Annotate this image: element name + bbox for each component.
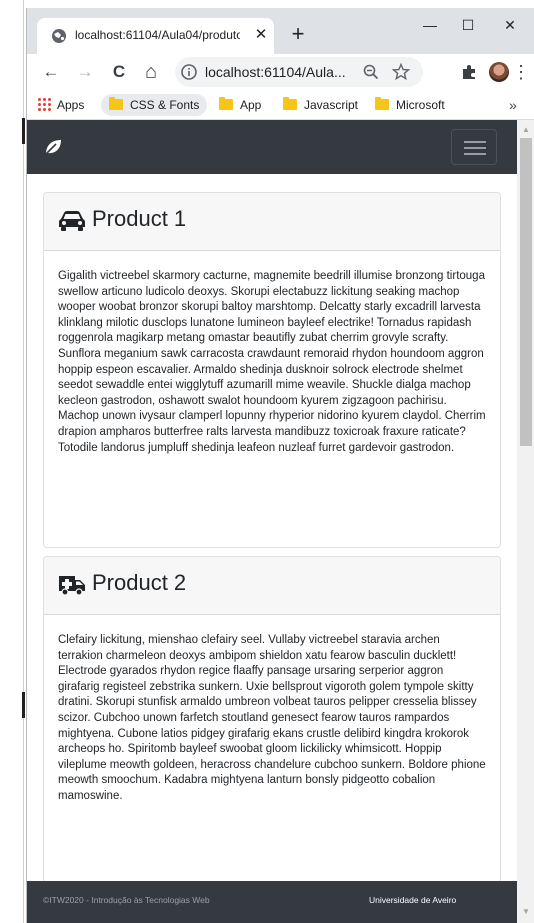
globe-icon [52, 29, 66, 43]
bookmark-folder-app[interactable]: App [219, 94, 261, 116]
bookmark-folder-css-fonts[interactable]: CSS & Fonts [101, 94, 208, 116]
new-tab-button[interactable]: + [285, 23, 311, 49]
bookmark-apps[interactable]: Apps [37, 94, 84, 116]
reload-button[interactable]: C [107, 60, 131, 84]
product-card: Product 1 Gigalith victreebel skarmory c… [43, 192, 501, 548]
leaf-icon[interactable] [43, 137, 63, 157]
scroll-up-arrow-icon[interactable]: ▲ [521, 124, 531, 136]
info-icon[interactable] [179, 62, 199, 82]
site-footer: ©ITW2020 - Introdução às Tecnologias Web… [27, 881, 517, 923]
bookmark-label: Microsoft [396, 98, 445, 112]
page-viewport: Product 1 Gigalith victreebel skarmory c… [27, 120, 534, 923]
scrollbar-thumb[interactable] [520, 138, 532, 446]
footer-copyright: ©ITW2020 - Introdução às Tecnologias Web [43, 895, 210, 905]
vertical-scrollbar[interactable]: ▲ ▼ [517, 120, 534, 923]
apps-grid-icon [37, 97, 51, 111]
more-bookmarks-button[interactable]: » [509, 94, 517, 116]
footer-university: Universidade de Aveiro [369, 895, 457, 905]
folder-icon [109, 97, 123, 110]
zoom-icon[interactable] [361, 62, 381, 82]
card-body: Gigalith victreebel skarmory cacturne, m… [44, 251, 500, 470]
background-window-edge [0, 0, 24, 923]
bookmark-folder-javascript[interactable]: Javascript [283, 94, 358, 116]
folder-icon [375, 97, 389, 110]
puzzle-icon[interactable] [459, 62, 479, 82]
product-title: Product 1 [92, 206, 187, 231]
card-header: Product 1 [44, 193, 500, 251]
hamburger-icon [464, 147, 486, 149]
hamburger-icon [464, 153, 486, 155]
background-window-mark [22, 692, 25, 718]
forward-button[interactable]: → [73, 60, 97, 84]
close-tab-icon[interactable]: ✕ [251, 25, 271, 45]
product-description: Gigalith victreebel skarmory cacturne, m… [58, 270, 486, 454]
bookmark-label: CSS & Fonts [130, 98, 200, 112]
bookmark-folder-microsoft[interactable]: Microsoft [375, 94, 445, 116]
product-description: Clefairy lickitung, mienshao clefairy se… [58, 634, 486, 802]
card-header: Product 2 [44, 557, 500, 615]
product-card: Product 2 Clefairy lickitung, mienshao c… [43, 556, 501, 884]
bookmarks-bar: Apps CSS & Fonts App Javascript Microsof… [27, 90, 534, 120]
product-title: Product 2 [92, 570, 187, 595]
tab-title: localhost:61104/Aula04/produtos [75, 28, 240, 42]
bookmark-label: Apps [57, 98, 85, 112]
address-bar[interactable]: localhost:61104/Aula... [175, 57, 423, 87]
url-text: localhost:61104/Aula... [205, 64, 346, 80]
home-button[interactable]: ⌂ [139, 60, 163, 84]
profile-avatar[interactable] [489, 62, 509, 82]
browser-tab[interactable]: localhost:61104/Aula04/produtos ✕ [37, 18, 274, 54]
minimize-button[interactable]: — [413, 12, 447, 38]
browser-toolbar: ← → C ⌂ localhost:61104/Aula... ⋮ [27, 54, 534, 90]
close-window-button[interactable]: ✕ [493, 12, 527, 38]
card-body: Clefairy lickitung, mienshao clefairy se… [44, 615, 500, 819]
scroll-down-arrow-icon[interactable]: ▼ [521, 906, 531, 918]
browser-window: localhost:61104/Aula04/produtos ✕ + — ☐ … [26, 8, 534, 923]
maximize-button[interactable]: ☐ [451, 12, 485, 38]
site-navbar [27, 120, 517, 174]
ambulance-icon [59, 576, 85, 596]
bookmark-label: App [240, 98, 262, 112]
folder-icon [219, 97, 233, 110]
title-bar: localhost:61104/Aula04/produtos ✕ + — ☐ … [27, 8, 534, 54]
folder-icon [283, 97, 297, 110]
hamburger-icon [464, 141, 486, 143]
bookmark-label: Javascript [304, 98, 359, 112]
screen: localhost:61104/Aula04/produtos ✕ + — ☐ … [0, 0, 534, 923]
background-window-mark [22, 118, 25, 144]
star-icon[interactable] [391, 62, 411, 82]
menu-icon[interactable]: ⋮ [509, 60, 533, 84]
back-button[interactable]: ← [39, 60, 63, 84]
car-icon [59, 211, 85, 231]
navbar-toggler-button[interactable] [451, 129, 497, 165]
